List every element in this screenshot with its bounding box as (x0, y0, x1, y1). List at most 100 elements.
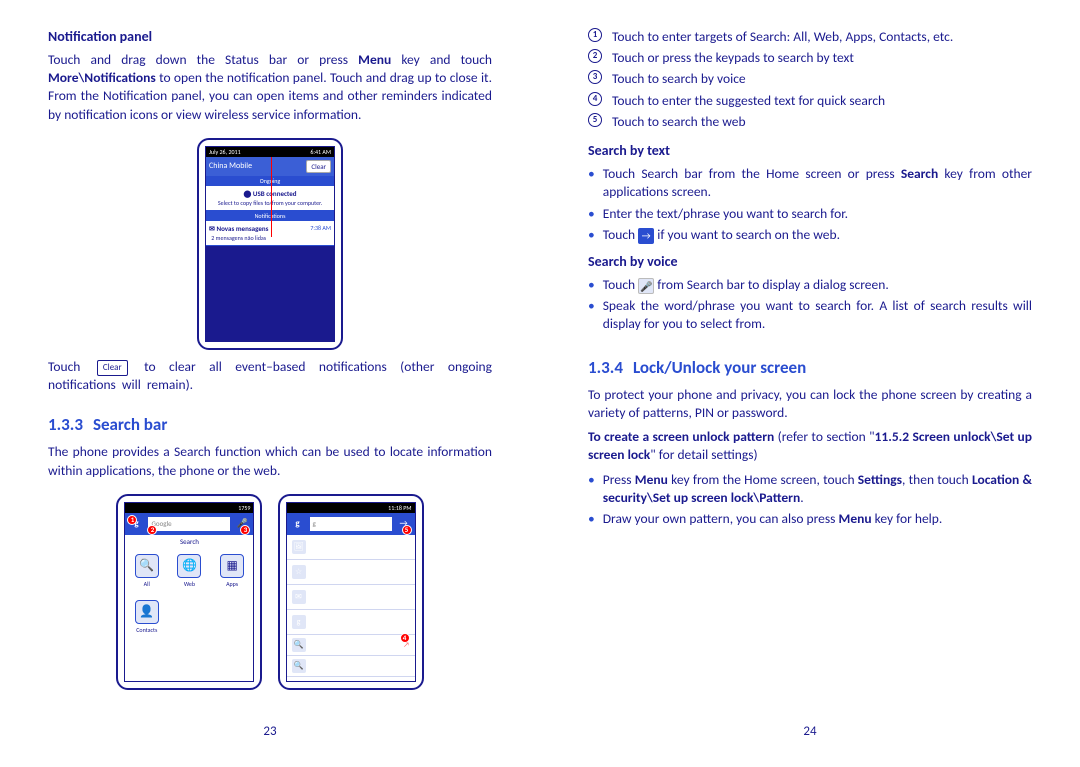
sbt-item-3: Touch → if you want to search on the web… (588, 226, 1032, 244)
msg-time: 7:38 AM (310, 224, 331, 242)
text: Touch (48, 358, 94, 375)
s: Application (311, 600, 334, 606)
usb-connected-row: ⬤ USB connected Select to copy files to/… (206, 186, 334, 211)
label: All (144, 580, 150, 588)
phone-screen: July 26, 2011 6:41 AM China Mobile Clear… (205, 146, 335, 342)
sugg-google-q: 🔍google (287, 656, 415, 677)
text: " for detail settings) (650, 446, 757, 463)
settings-label: Settings (858, 471, 902, 488)
page-number-23: 23 (48, 708, 492, 739)
legend-3: 3Touch to search by voice (588, 70, 1032, 88)
section-number: 1.3.3 (48, 414, 83, 435)
figure-search-bar: 1759 g Google 🎤 Search 🔍All 🌐Web ▦Apps 👤… (48, 494, 492, 690)
text: Speak the word/phrase you want to search… (603, 297, 1032, 333)
sbt-item-2: Enter the text/phrase you want to search… (588, 205, 1032, 223)
text: Press (603, 471, 635, 488)
figure-notification-panel: July 26, 2011 6:41 AM China Mobile Clear… (48, 138, 492, 350)
search-by-voice-heading: Search by voice (588, 253, 1032, 270)
callout-line (271, 157, 272, 237)
more-notifications-label: More\Notifications (48, 69, 156, 86)
search-by-text-list: Touch Search bar from the Home screen or… (588, 165, 1032, 247)
text: Enter the text/phrase you want to search… (603, 205, 848, 223)
lock-steps-list: Press Menu key from the Home screen, tou… (588, 471, 1032, 532)
text: key for help. (872, 510, 943, 527)
messages-row: ✉ Novas mensagens 2 mensagens não lidas … (206, 221, 334, 246)
page-24: 1Touch to enter targets of Search: All, … (540, 28, 1080, 739)
msg-title: Novas mensagens (216, 224, 268, 233)
s: www.google.com/m/client=ms-unknown (311, 575, 394, 581)
sugg-gmail: ✉GmailApplication (287, 585, 415, 610)
target-apps: ▦Apps (220, 554, 244, 588)
t: Gmail (313, 588, 330, 597)
t: Google Search (311, 613, 353, 622)
text: Touch to search by voice (612, 70, 746, 88)
callout-legend: 1Touch to enter targets of Search: All, … (588, 28, 1032, 134)
text: Touch (603, 226, 638, 243)
status-bar-a: 1759 (125, 503, 253, 513)
search-row-a: g Google 🎤 (125, 513, 253, 535)
text: Draw your own pattern, you can also pres… (603, 510, 839, 527)
menu-key-label: Menu (358, 51, 391, 68)
page-23: Notification panel Touch and drag down t… (0, 28, 540, 739)
notification-titlebar: China Mobile Clear (206, 157, 334, 176)
clear-button-inline: Clear (97, 360, 128, 376)
time-b: 11:18 PM (388, 504, 411, 512)
s: Application (311, 550, 334, 556)
sbv-item-2: Speak the word/phrase you want to search… (588, 297, 1032, 333)
sugg-google: ☆Googlewww.google.com/m/client=ms-unknow… (287, 560, 415, 585)
search-targets-row: 🔍All 🌐Web ▦Apps (125, 548, 253, 594)
t: google (311, 661, 330, 670)
ongoing-header: Ongoing (206, 176, 334, 186)
target-contacts: 👤Contacts (135, 600, 159, 634)
menu-key: Menu (839, 510, 872, 527)
phone-frame: July 26, 2011 6:41 AM China Mobile Clear… (197, 138, 343, 350)
t: Gallery (312, 538, 333, 547)
text: Touch or press the keypads to search by … (612, 49, 854, 67)
status-bar-b: 11:18 PM (287, 503, 415, 513)
page-number-24: 24 (588, 708, 1032, 739)
callout-5: 5 (402, 525, 412, 535)
section-1-3-4-heading: 1.3.4Lock/Unlock your screen (588, 357, 1032, 378)
status-bar: July 26, 2011 6:41 AM (206, 147, 334, 157)
search-input-b: g (309, 516, 393, 532)
search-by-text-heading: Search by text (588, 142, 1032, 159)
lock-step-2: Draw your own pattern, you can also pres… (588, 510, 1032, 528)
text: Touch Search bar from the Home screen or… (603, 165, 901, 182)
callout-4: 4 (400, 633, 410, 643)
text: Touch to search the web (612, 113, 746, 131)
g-icon-b: g (290, 516, 306, 532)
text: if you want to search on the web. (654, 226, 840, 243)
text: Touch (603, 276, 638, 293)
go-arrow-icon: → (638, 228, 654, 244)
legend-2: 2Touch or press the keypads to search by… (588, 49, 1032, 67)
target-all: 🔍All (135, 554, 159, 588)
lock-paragraph: To protect your phone and privacy, you c… (588, 386, 1032, 422)
text: Touch to enter the suggested text for qu… (612, 92, 885, 110)
time-a: 1759 (238, 504, 250, 512)
s: Application (320, 625, 343, 631)
text: , then touch (902, 471, 972, 488)
lock-step-1: Press Menu key from the Home screen, tou… (588, 471, 1032, 507)
label: Web (184, 580, 195, 588)
search-by-voice-list: Touch 🎤 from Search bar to display a dia… (588, 276, 1032, 337)
search-input-a: Google (147, 516, 231, 532)
legend-1: 1Touch to enter targets of Search: All, … (588, 28, 1032, 46)
msg-subtitle: 2 mensagens não lidas (211, 234, 266, 242)
t: gmail (311, 640, 327, 649)
carrier-label: China Mobile (209, 161, 252, 171)
usb-title: USB connected (253, 189, 297, 198)
sbv-item-1: Touch 🎤 from Search bar to display a dia… (588, 276, 1032, 294)
label: Apps (226, 580, 238, 588)
sugg-gallery: 🖼GalleryApplication (287, 535, 415, 560)
notification-panel-heading: Notification panel (48, 28, 492, 45)
legend-5: 5Touch to search the web (588, 113, 1032, 131)
text: . (800, 489, 803, 506)
text: key from the Home screen, touch (668, 471, 858, 488)
text: Touch to enter targets of Search: All, W… (612, 28, 953, 46)
notification-panel-paragraph: Touch and drag down the Status bar or pr… (48, 51, 492, 124)
status-date: July 26, 2011 (209, 148, 241, 156)
usb-subtitle: Select to copy files to/from your comput… (218, 199, 322, 207)
text: from Search bar to display a dialog scre… (654, 276, 889, 293)
search-bar-paragraph: The phone provides a Search function whi… (48, 443, 492, 479)
sugg-gsearch: gGoogle SearchApplication (287, 610, 415, 635)
